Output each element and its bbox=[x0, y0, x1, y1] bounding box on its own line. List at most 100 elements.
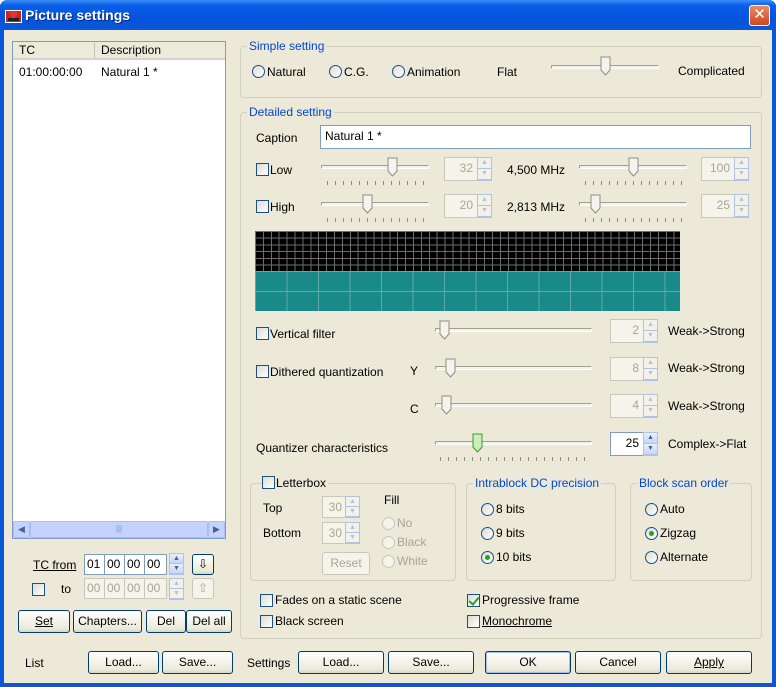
fill-white-radio[interactable] bbox=[382, 555, 395, 568]
high-value-field[interactable]: 20 bbox=[444, 194, 478, 218]
letterbox-top-spinner[interactable]: ▲ ▼ bbox=[345, 496, 360, 518]
vertical-filter-checkbox[interactable] bbox=[256, 327, 269, 340]
close-button[interactable]: ✕ bbox=[749, 5, 770, 26]
low-slider-track[interactable] bbox=[321, 165, 429, 169]
scan-zigzag-radio[interactable] bbox=[645, 527, 658, 540]
monochrome-checkbox[interactable] bbox=[467, 615, 480, 628]
caption-input[interactable]: Natural 1 * bbox=[320, 125, 751, 149]
reset-button[interactable]: Reset bbox=[322, 552, 370, 575]
natural-radio[interactable] bbox=[252, 65, 265, 78]
list-row[interactable]: 01:00:00:00 Natural 1 * bbox=[19, 65, 219, 79]
dithered-y-track[interactable] bbox=[435, 366, 592, 370]
animation-radio[interactable] bbox=[392, 65, 405, 78]
dithered-y-value[interactable]: 8 bbox=[610, 357, 644, 381]
tc-to-ff[interactable]: 00 bbox=[144, 578, 167, 599]
low-freq-value-field[interactable]: 100 bbox=[701, 157, 735, 181]
progressive-checkbox[interactable] bbox=[467, 594, 480, 607]
cancel-button[interactable]: Cancel bbox=[575, 651, 661, 674]
fades-label[interactable]: Fades on a static scene bbox=[275, 593, 402, 607]
letterbox-bottom-spinner[interactable]: ▲ ▼ bbox=[345, 522, 360, 544]
high-value-spinner[interactable]: ▲ ▼ bbox=[477, 194, 492, 218]
list-save-button[interactable]: Save... bbox=[162, 651, 233, 674]
progressive-label[interactable]: Progressive frame bbox=[482, 593, 579, 607]
letterbox-bottom-value[interactable]: 30 bbox=[322, 522, 346, 544]
high-freq-spinner[interactable]: ▲ ▼ bbox=[734, 194, 749, 218]
low-freq-slider-thumb[interactable] bbox=[628, 157, 639, 177]
high-slider-track[interactable] bbox=[321, 202, 429, 206]
animation-label[interactable]: Animation bbox=[407, 65, 460, 79]
black-screen-checkbox[interactable] bbox=[260, 615, 273, 628]
tc-to-spinner[interactable]: ▲ ▼ bbox=[169, 578, 184, 600]
ok-button[interactable]: OK bbox=[485, 651, 571, 674]
dc-8-bits-radio[interactable] bbox=[481, 503, 494, 516]
column-tc[interactable]: TC bbox=[13, 42, 95, 58]
fill-black-label[interactable]: Black bbox=[397, 535, 426, 549]
tc-from-down-button[interactable]: ⇩ bbox=[192, 554, 214, 575]
scroll-left-icon[interactable]: ◀ bbox=[13, 521, 30, 538]
high-checkbox[interactable] bbox=[256, 200, 269, 213]
tc-list[interactable]: TC Description 01:00:00:00 Natural 1 * ◀… bbox=[12, 41, 226, 539]
title-bar[interactable]: Picture settings ✕ bbox=[0, 0, 776, 30]
del-all-button[interactable]: Del all bbox=[186, 610, 232, 633]
quantizer-spinner[interactable]: ▲ ▼ bbox=[643, 432, 658, 456]
scan-alternate-label[interactable]: Alternate bbox=[660, 550, 708, 564]
vertical-filter-spinner[interactable]: ▲ ▼ bbox=[643, 319, 658, 343]
column-description[interactable]: Description bbox=[95, 42, 225, 58]
high-freq-value-field[interactable]: 25 bbox=[701, 194, 735, 218]
dithered-c-value[interactable]: 4 bbox=[610, 394, 644, 418]
dithered-checkbox[interactable] bbox=[256, 365, 269, 378]
high-label[interactable]: High bbox=[270, 200, 295, 214]
letterbox-label[interactable]: Letterbox bbox=[276, 476, 329, 490]
fades-checkbox[interactable] bbox=[260, 594, 273, 607]
monochrome-label[interactable]: Monochrome bbox=[482, 614, 552, 628]
dc-9-bits-radio[interactable] bbox=[481, 527, 494, 540]
simple-slider-thumb[interactable] bbox=[600, 56, 611, 76]
tc-to-checkbox[interactable] bbox=[32, 583, 45, 596]
dithered-label[interactable]: Dithered quantization bbox=[270, 365, 383, 379]
chapters-button[interactable]: Chapters... bbox=[73, 610, 142, 633]
dithered-c-track[interactable] bbox=[435, 403, 592, 407]
tc-from-ff[interactable]: 00 bbox=[144, 554, 167, 575]
del-button[interactable]: Del bbox=[146, 610, 186, 633]
low-value-field[interactable]: 32 bbox=[444, 157, 478, 181]
apply-button[interactable]: Apply bbox=[666, 651, 752, 674]
natural-label[interactable]: Natural bbox=[267, 65, 306, 79]
set-button[interactable]: Set bbox=[18, 610, 70, 633]
scan-auto-radio[interactable] bbox=[645, 503, 658, 516]
scan-zigzag-label[interactable]: Zigzag bbox=[660, 526, 696, 540]
horizontal-scrollbar[interactable]: ◀ ||| ▶ bbox=[13, 521, 225, 538]
quantizer-thumb[interactable] bbox=[472, 433, 483, 453]
low-freq-spinner[interactable]: ▲ ▼ bbox=[734, 157, 749, 181]
dithered-c-spinner[interactable]: ▲ ▼ bbox=[643, 394, 658, 418]
letterbox-top-value[interactable]: 30 bbox=[322, 496, 346, 518]
fill-black-radio[interactable] bbox=[382, 536, 395, 549]
dc-8-bits-label[interactable]: 8 bits bbox=[496, 502, 525, 516]
black-screen-label[interactable]: Black screen bbox=[275, 614, 344, 628]
scan-auto-label[interactable]: Auto bbox=[660, 502, 685, 516]
letterbox-checkbox[interactable] bbox=[262, 476, 275, 489]
scroll-right-icon[interactable]: ▶ bbox=[208, 521, 225, 538]
cg-label[interactable]: C.G. bbox=[344, 65, 369, 79]
fill-no-label[interactable]: No bbox=[397, 516, 412, 530]
vertical-filter-thumb[interactable] bbox=[439, 320, 450, 340]
settings-load-button[interactable]: Load... bbox=[298, 651, 384, 674]
quantizer-value[interactable]: 25 bbox=[610, 432, 644, 456]
low-value-spinner[interactable]: ▲ ▼ bbox=[477, 157, 492, 181]
high-slider-thumb[interactable] bbox=[362, 194, 373, 214]
low-slider-thumb[interactable] bbox=[387, 157, 398, 177]
dithered-c-thumb[interactable] bbox=[441, 395, 452, 415]
high-freq-slider-thumb[interactable] bbox=[590, 194, 601, 214]
tc-to-up-button[interactable]: ⇧ bbox=[192, 578, 214, 599]
scan-alternate-radio[interactable] bbox=[645, 551, 658, 564]
scroll-thumb[interactable]: ||| bbox=[30, 521, 208, 538]
vertical-filter-track[interactable] bbox=[435, 328, 592, 332]
cg-radio[interactable] bbox=[329, 65, 342, 78]
dc-10-bits-radio[interactable] bbox=[481, 551, 494, 564]
low-label[interactable]: Low bbox=[270, 163, 292, 177]
tc-from-spinner[interactable]: ▲ ▼ bbox=[169, 553, 184, 575]
vertical-filter-label[interactable]: Vertical filter bbox=[270, 327, 335, 341]
list-load-button[interactable]: Load... bbox=[88, 651, 159, 674]
vertical-filter-value[interactable]: 2 bbox=[610, 319, 644, 343]
quantizer-track[interactable] bbox=[435, 441, 592, 445]
dc-9-bits-label[interactable]: 9 bits bbox=[496, 526, 525, 540]
